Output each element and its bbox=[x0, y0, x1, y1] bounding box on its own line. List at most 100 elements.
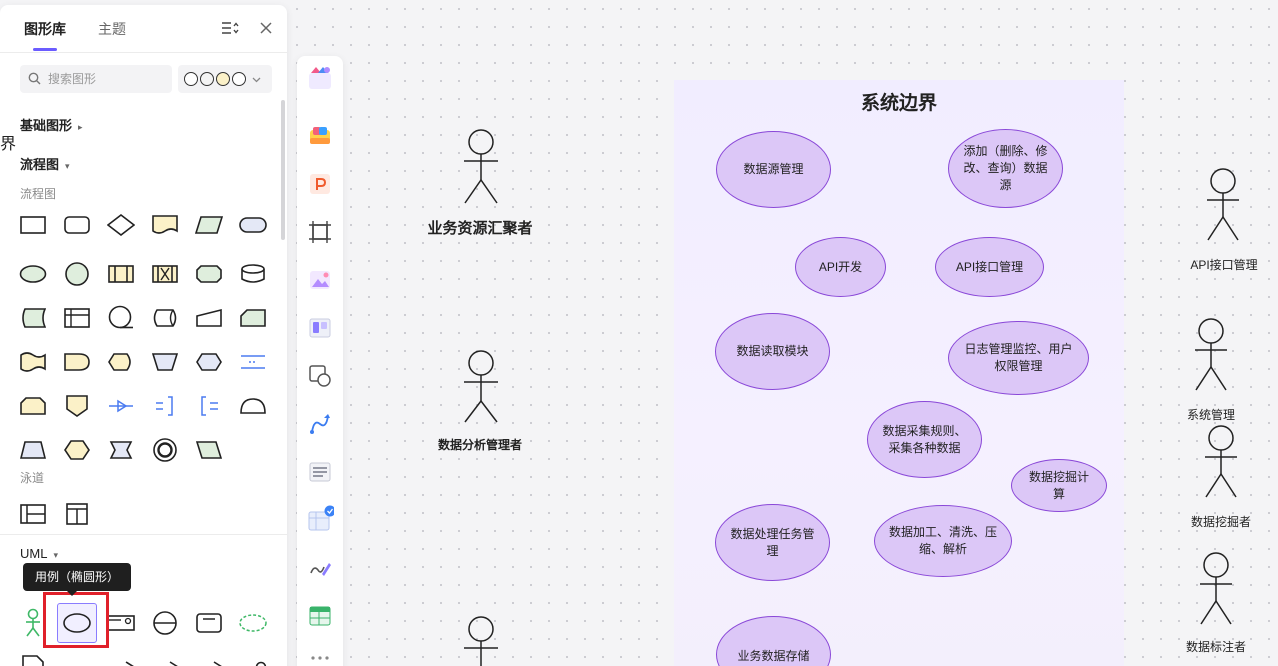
use-case[interactable]: API接口管理 bbox=[935, 237, 1044, 297]
tab-shape-library[interactable]: 图形库 bbox=[24, 19, 66, 39]
actor-label: 数据标注者 bbox=[1185, 640, 1246, 654]
section-basic-shapes[interactable]: 基础图形 ▸ bbox=[20, 115, 83, 134]
shape-decision[interactable] bbox=[101, 205, 141, 245]
use-case[interactable]: 添加（删除、修改、查询）数据源 bbox=[948, 129, 1063, 208]
shape-direct-data[interactable] bbox=[145, 298, 185, 338]
use-case[interactable]: 数据源管理 bbox=[716, 131, 831, 208]
actor-figure[interactable] bbox=[1205, 167, 1241, 243]
shape-delay[interactable] bbox=[57, 342, 97, 382]
template-icon[interactable] bbox=[306, 64, 334, 92]
style-swatch-white bbox=[184, 72, 198, 86]
image-icon[interactable] bbox=[306, 266, 334, 294]
actor-figure[interactable] bbox=[462, 128, 500, 206]
kanban-icon[interactable] bbox=[306, 314, 334, 342]
shape-sequential-data[interactable] bbox=[101, 298, 141, 338]
shape-vertical-swimlane[interactable] bbox=[57, 494, 97, 534]
more-icon[interactable] bbox=[306, 644, 334, 666]
insert-toolbar bbox=[297, 56, 343, 666]
shape-uml-dashed-arrow[interactable] bbox=[145, 647, 185, 666]
shape-loop-limit[interactable] bbox=[13, 386, 53, 426]
shape-annotation-right[interactable] bbox=[145, 386, 185, 426]
shape-flag[interactable] bbox=[101, 430, 141, 470]
shape-parallel-mode[interactable] bbox=[145, 254, 185, 294]
panel-tabs: 图形库 主题 bbox=[0, 5, 287, 53]
shape-uml-lollipop[interactable] bbox=[233, 647, 273, 666]
connector-icon[interactable] bbox=[306, 410, 334, 438]
style-swatch-yellow bbox=[216, 72, 230, 86]
shape-process[interactable] bbox=[13, 205, 53, 245]
shape-hexagon[interactable] bbox=[189, 342, 229, 382]
shape-manual-operation[interactable] bbox=[145, 342, 185, 382]
shape-punched-tape[interactable] bbox=[13, 342, 53, 382]
shape-uml-dashed-ellipse[interactable] bbox=[233, 603, 273, 643]
shape-data[interactable] bbox=[189, 205, 229, 245]
shape-internal-storage[interactable] bbox=[57, 298, 97, 338]
section-uml[interactable]: UML ▾ bbox=[20, 546, 58, 561]
frame-icon[interactable] bbox=[306, 218, 334, 246]
shape-style-select[interactable] bbox=[178, 65, 272, 93]
shape-parallelogram[interactable] bbox=[189, 430, 229, 470]
shape-trapezoid[interactable] bbox=[13, 430, 53, 470]
shape-uml-note[interactable] bbox=[13, 647, 53, 666]
shape-circle[interactable] bbox=[57, 254, 97, 294]
style-swatch-white-2 bbox=[232, 72, 246, 86]
presentation-icon[interactable] bbox=[306, 170, 334, 198]
shape-document[interactable] bbox=[145, 205, 185, 245]
shape-database[interactable] bbox=[233, 254, 273, 294]
shape-preparation[interactable] bbox=[189, 254, 229, 294]
shape-ellipse[interactable] bbox=[13, 254, 53, 294]
shape-terminator[interactable] bbox=[233, 205, 273, 245]
caret-right-icon: ▸ bbox=[78, 122, 83, 132]
shape-octagon[interactable] bbox=[57, 430, 97, 470]
shape-connector-arrow[interactable] bbox=[101, 386, 141, 426]
spreadsheet-icon[interactable] bbox=[306, 602, 334, 630]
use-case[interactable]: 数据挖掘计算 bbox=[1011, 459, 1107, 512]
search-input[interactable] bbox=[48, 69, 166, 89]
shape-horizontal-swimlane[interactable] bbox=[13, 494, 53, 534]
pen-icon[interactable] bbox=[306, 554, 334, 582]
actor-figure[interactable] bbox=[1203, 424, 1239, 500]
subsection-swimlane: 泳道 bbox=[20, 471, 45, 485]
table-plugin-icon[interactable] bbox=[306, 505, 334, 534]
shape-display[interactable] bbox=[101, 342, 141, 382]
shape-off-page[interactable] bbox=[57, 386, 97, 426]
shape-tooltip: 用例（椭圆形） bbox=[23, 563, 132, 596]
use-case[interactable]: 数据处理任务管理 bbox=[715, 504, 830, 581]
use-case[interactable]: 数据加工、清洗、压缩、解析 bbox=[874, 505, 1012, 577]
shape-uml-line[interactable] bbox=[57, 647, 97, 666]
panel-scrollbar[interactable] bbox=[281, 100, 285, 240]
shape-double-circle[interactable] bbox=[145, 430, 185, 470]
canvas-edge-text: 界 bbox=[0, 136, 17, 153]
shape-predefined-process[interactable] bbox=[101, 254, 141, 294]
shape-manual-input[interactable] bbox=[189, 298, 229, 338]
text-list-icon[interactable] bbox=[306, 458, 334, 486]
shapes-icon[interactable] bbox=[306, 362, 334, 390]
shape-uml-boundary[interactable] bbox=[145, 603, 185, 643]
section-uml-label: UML bbox=[20, 546, 48, 561]
actor-figure[interactable] bbox=[1193, 317, 1229, 393]
use-case[interactable]: 数据采集规则、采集各种数据 bbox=[867, 401, 982, 478]
shape-parallel-lines[interactable] bbox=[233, 342, 273, 382]
mind-map-icon[interactable] bbox=[306, 122, 334, 150]
use-case[interactable]: 数据读取模块 bbox=[715, 313, 830, 390]
shape-annotation-left[interactable] bbox=[189, 386, 229, 426]
shape-rounded-process[interactable] bbox=[57, 205, 97, 245]
search-box bbox=[20, 65, 172, 93]
close-icon[interactable] bbox=[257, 19, 275, 37]
shape-uml-dotted-arrow[interactable] bbox=[189, 647, 229, 666]
subsection-flowchart: 流程图 bbox=[20, 187, 57, 201]
shape-card[interactable] bbox=[233, 298, 273, 338]
manage-shapes-icon[interactable] bbox=[221, 19, 239, 37]
shape-uml-object[interactable] bbox=[189, 603, 229, 643]
shape-uml-arrow[interactable] bbox=[101, 647, 141, 666]
actor-figure[interactable] bbox=[462, 349, 500, 425]
section-flowchart[interactable]: 流程图 ▾ bbox=[20, 154, 70, 173]
shape-half-circle[interactable] bbox=[233, 386, 273, 426]
tab-theme[interactable]: 主题 bbox=[98, 19, 126, 39]
use-case[interactable]: API开发 bbox=[795, 237, 886, 297]
use-case[interactable]: 日志管理监控、用户权限管理 bbox=[948, 321, 1089, 395]
actor-figure[interactable] bbox=[462, 614, 500, 666]
system-boundary-title[interactable]: 系统边界 bbox=[674, 88, 1124, 115]
shape-stored-data[interactable] bbox=[13, 298, 53, 338]
actor-figure[interactable] bbox=[1198, 551, 1234, 627]
